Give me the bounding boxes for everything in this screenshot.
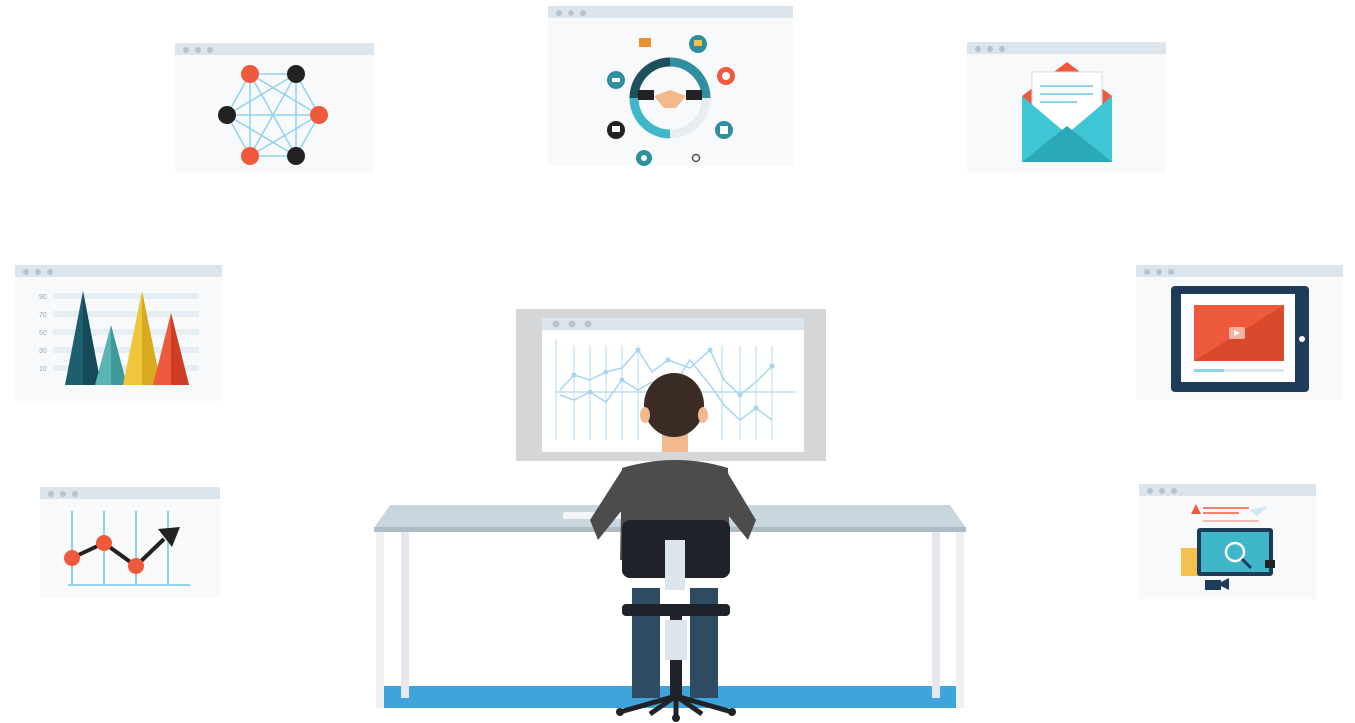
- window-dot: [1171, 488, 1177, 494]
- y-tick-label: 10: [39, 366, 47, 373]
- window-dot: [183, 47, 189, 53]
- network-graph-icon: [218, 65, 328, 165]
- web-window: [1139, 484, 1316, 599]
- window-dot: [47, 269, 53, 275]
- trend-window: [40, 487, 220, 598]
- handshake-window: [548, 6, 793, 166]
- y-tick-label: 70: [39, 312, 47, 319]
- window-dot: [1168, 269, 1174, 275]
- video-window: [1136, 265, 1343, 400]
- email-window: [967, 42, 1166, 172]
- y-tick-label: 30: [39, 348, 47, 355]
- window-titlebar: [40, 487, 220, 499]
- desk-leg: [376, 528, 384, 708]
- desk-leg: [932, 528, 940, 698]
- window-dot: [1159, 488, 1165, 494]
- window-titlebar: [967, 42, 1166, 54]
- window-dot: [987, 46, 993, 52]
- window-dot: [207, 47, 213, 53]
- window-dot: [1147, 488, 1153, 494]
- window-dot: [1156, 269, 1162, 275]
- network-window: [175, 43, 374, 172]
- window-dot: [48, 491, 54, 497]
- window-dot: [23, 269, 29, 275]
- window-titlebar: [175, 43, 374, 55]
- window-dot: [1144, 269, 1150, 275]
- window-dot: [35, 269, 41, 275]
- window-dot: [195, 47, 201, 53]
- y-tick-label: 50: [39, 330, 47, 337]
- handshake-cycle-icon: [607, 35, 735, 166]
- desk-leg: [956, 528, 964, 708]
- window-dot: [60, 491, 66, 497]
- window-dot: [975, 46, 981, 52]
- window-dot: [580, 10, 586, 16]
- window-titlebar: [1136, 265, 1343, 277]
- mountain-chart-icon: 90 70 50 30 10: [39, 291, 199, 385]
- window-titlebar: [1139, 484, 1316, 496]
- video-player-icon: [1171, 286, 1309, 392]
- web-analytics-icon: [1181, 504, 1275, 590]
- envelope-icon: [1022, 62, 1112, 162]
- window-dot: [999, 46, 1005, 52]
- window-dot: [556, 10, 562, 16]
- window-titlebar: [15, 265, 222, 277]
- window-titlebar: [548, 6, 793, 18]
- window-dot: [72, 491, 78, 497]
- trend-line-icon: [64, 511, 190, 586]
- window-dot: [568, 10, 574, 16]
- peaks-window: 90 70 50 30 10: [15, 265, 222, 401]
- desk-leg: [401, 528, 409, 698]
- y-tick-label: 90: [39, 294, 47, 301]
